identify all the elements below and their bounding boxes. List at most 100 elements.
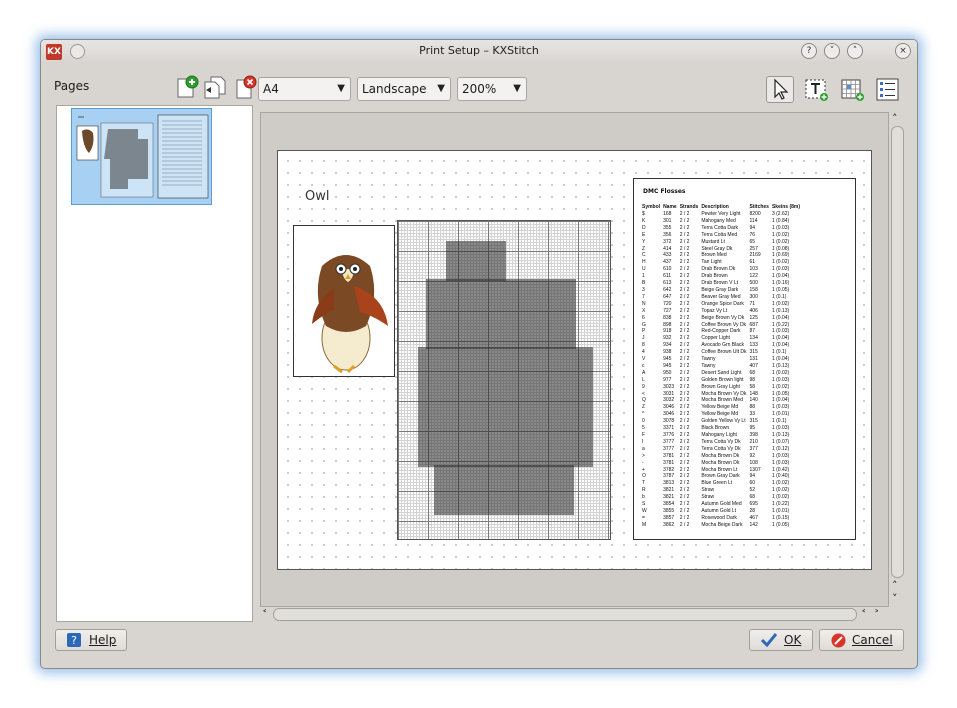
floss-cell: 2 / 2 bbox=[679, 211, 690, 217]
vertical-scrollbar[interactable] bbox=[891, 126, 904, 578]
floss-row: R 3821 2 / 2 Straw 52 1 (0.02) bbox=[642, 487, 803, 494]
floss-cell: 1 (0.22) bbox=[771, 501, 790, 508]
floss-cell: 2 / 2 bbox=[679, 293, 690, 300]
floss-cell: Terra Cotta Vy Dk bbox=[701, 445, 741, 452]
floss-cell: 122 bbox=[749, 273, 758, 280]
floss-cell: 1 (0.1) bbox=[771, 349, 787, 356]
floss-cell: 1 (0.84) bbox=[771, 217, 790, 224]
key-tool-icon bbox=[876, 78, 899, 101]
floss-cell: Coffee Brown Ult Dk bbox=[701, 349, 747, 356]
floss-cell: 52 bbox=[749, 487, 756, 494]
floss-cell: N bbox=[642, 300, 646, 307]
floss-cell: 3 bbox=[642, 286, 645, 293]
floss-cell: Terra Cotta Med bbox=[701, 231, 738, 238]
floss-cell: 140 bbox=[749, 397, 758, 404]
floss-cell: 2 / 2 bbox=[679, 425, 690, 432]
help-button[interactable]: ? Help bbox=[55, 629, 127, 651]
page-thumbnail-selected[interactable] bbox=[71, 108, 212, 205]
floss-key-element[interactable]: DMC Flosses Symbol Name Strands Descript… bbox=[633, 178, 856, 540]
scroll-up-icon[interactable]: ˄ bbox=[892, 580, 898, 591]
horizontal-scrollbar[interactable] bbox=[273, 608, 857, 621]
floss-cell: 3371 bbox=[663, 425, 675, 432]
floss-cell: K bbox=[642, 217, 646, 224]
minimize-button[interactable]: ˅ bbox=[824, 43, 840, 59]
orientation-select[interactable]: Landscape ▼ bbox=[357, 77, 451, 101]
delete-page-button[interactable] bbox=[233, 74, 259, 100]
floss-cell: 1 (0.02) bbox=[771, 383, 790, 390]
floss-cell: 1 (0.1) bbox=[771, 293, 787, 300]
key-tool-button[interactable] bbox=[874, 76, 902, 103]
orientation-value: Landscape bbox=[362, 82, 427, 96]
floss-cell: 1 bbox=[642, 273, 645, 280]
select-tool-button[interactable] bbox=[766, 76, 794, 103]
floss-cell: 934 bbox=[663, 342, 672, 349]
floss-cell: 372 bbox=[663, 238, 672, 245]
floss-cell: 168 bbox=[663, 211, 672, 217]
pattern-title-text[interactable]: Owl bbox=[303, 189, 332, 204]
floss-cell: Golden Brown light bbox=[701, 376, 744, 383]
help-title-button[interactable]: ? bbox=[801, 43, 817, 59]
insert-page-button[interactable] bbox=[202, 74, 228, 100]
floss-row: >3781 2 / 2 Mocha Brown Dk 92 1 (0.03) bbox=[642, 453, 803, 460]
floss-cell: Q bbox=[642, 397, 646, 404]
floss-cell: 1 (0.02) bbox=[771, 487, 790, 494]
floss-cell: 898 bbox=[663, 321, 672, 328]
floss-cell: 1 (0.07) bbox=[771, 438, 790, 445]
floss-cell: 647 bbox=[663, 293, 672, 300]
pattern-grid-element[interactable] bbox=[397, 220, 611, 540]
floss-row: 0 3078 2 / 2 Golden Yellow Vy Lt 315 1 (0.1) bbox=[642, 418, 803, 425]
floss-cell: 2 / 2 bbox=[679, 473, 690, 480]
owl-image-element[interactable] bbox=[293, 225, 395, 377]
floss-cell: 1 (0.03) bbox=[771, 459, 790, 466]
floss-cell: Avocado Grn Black bbox=[701, 342, 745, 349]
floss-cell: Mocha Brown Lt bbox=[701, 466, 738, 473]
pages-list[interactable] bbox=[56, 105, 253, 622]
zoom-select[interactable]: 200% ▼ bbox=[457, 77, 527, 101]
scroll-left-icon[interactable]: ˂ bbox=[861, 609, 867, 620]
floss-cell: 1 (0.13) bbox=[771, 307, 790, 314]
floss-cell: 88 bbox=[749, 404, 756, 411]
paper-size-select[interactable]: A4 ▼ bbox=[258, 77, 351, 101]
chevron-down-icon: ▼ bbox=[437, 83, 445, 94]
text-tool-button[interactable] bbox=[802, 76, 830, 103]
floss-cell: D bbox=[642, 224, 646, 231]
floss-row: +3782 2 / 2 Mocha Brown Lt 1307 1 (0.42) bbox=[642, 467, 803, 474]
cancel-button[interactable]: Cancel bbox=[819, 629, 904, 651]
floss-cell: 2 / 2 bbox=[679, 349, 690, 356]
title-bar[interactable]: KX Print Setup – KXStitch ? ˅ ˄ × bbox=[41, 40, 917, 63]
floss-cell: 65 bbox=[749, 238, 756, 245]
floss-cell: 60 bbox=[749, 480, 756, 487]
floss-cell: 2 / 2 bbox=[679, 438, 690, 445]
floss-cell: 1 (0.03) bbox=[771, 328, 790, 335]
add-page-button[interactable] bbox=[174, 74, 200, 100]
scroll-down-icon[interactable]: ˅ bbox=[892, 593, 898, 604]
floss-cell: 2 / 2 bbox=[679, 217, 690, 224]
floss-cell: 1 (0.04) bbox=[771, 356, 790, 363]
maximize-button[interactable]: ˄ bbox=[847, 43, 863, 59]
floss-row: B 613 2 / 2 Drab Brown V Lt 500 1 (0.16) bbox=[642, 280, 803, 287]
floss-cell: 2 / 2 bbox=[679, 356, 690, 363]
floss-cell: 68 bbox=[749, 369, 756, 376]
insert-page-icon bbox=[204, 76, 226, 99]
preview-page[interactable]: Owl DMC Flosses Symbol Name Strands Desc… bbox=[277, 150, 872, 570]
ok-button[interactable]: OK bbox=[749, 629, 813, 651]
pattern-tool-button[interactable] bbox=[838, 76, 866, 103]
floss-cell: 695 bbox=[749, 501, 758, 508]
pattern-stitches bbox=[418, 347, 593, 467]
scroll-left-icon[interactable]: ˂ bbox=[262, 609, 268, 620]
scroll-right-icon[interactable]: ˃ bbox=[874, 609, 880, 620]
scroll-up-icon[interactable]: ˄ bbox=[892, 113, 898, 124]
close-button[interactable]: × bbox=[895, 43, 911, 59]
floss-cell: 1 (0.69) bbox=[771, 252, 790, 259]
floss-row: W 3855 2 / 2 Autumn Gold Lt 28 1 (0.01) bbox=[642, 508, 803, 515]
floss-cell: Mocha Beige Dark bbox=[701, 521, 743, 528]
print-preview-area[interactable]: Owl DMC Flosses Symbol Name Strands Desc… bbox=[260, 112, 889, 607]
floss-cell: = bbox=[642, 514, 645, 521]
floss-cell: Brown Med bbox=[701, 252, 727, 259]
floss-row: P 918 2 / 2 Red-Copper Dark 87 1 (0.03) bbox=[642, 328, 803, 335]
floss-cell: 945 bbox=[663, 362, 672, 369]
floss-row: O 3787 2 / 2 Brown Gray Dark 94 1 (0.40) bbox=[642, 473, 803, 480]
svg-text:?: ? bbox=[71, 634, 77, 647]
floss-cell: 2 / 2 bbox=[679, 245, 690, 252]
floss-row: 6 838 2 / 2 Beige Brown Vy Dk 125 1 (0.04) bbox=[642, 315, 803, 322]
